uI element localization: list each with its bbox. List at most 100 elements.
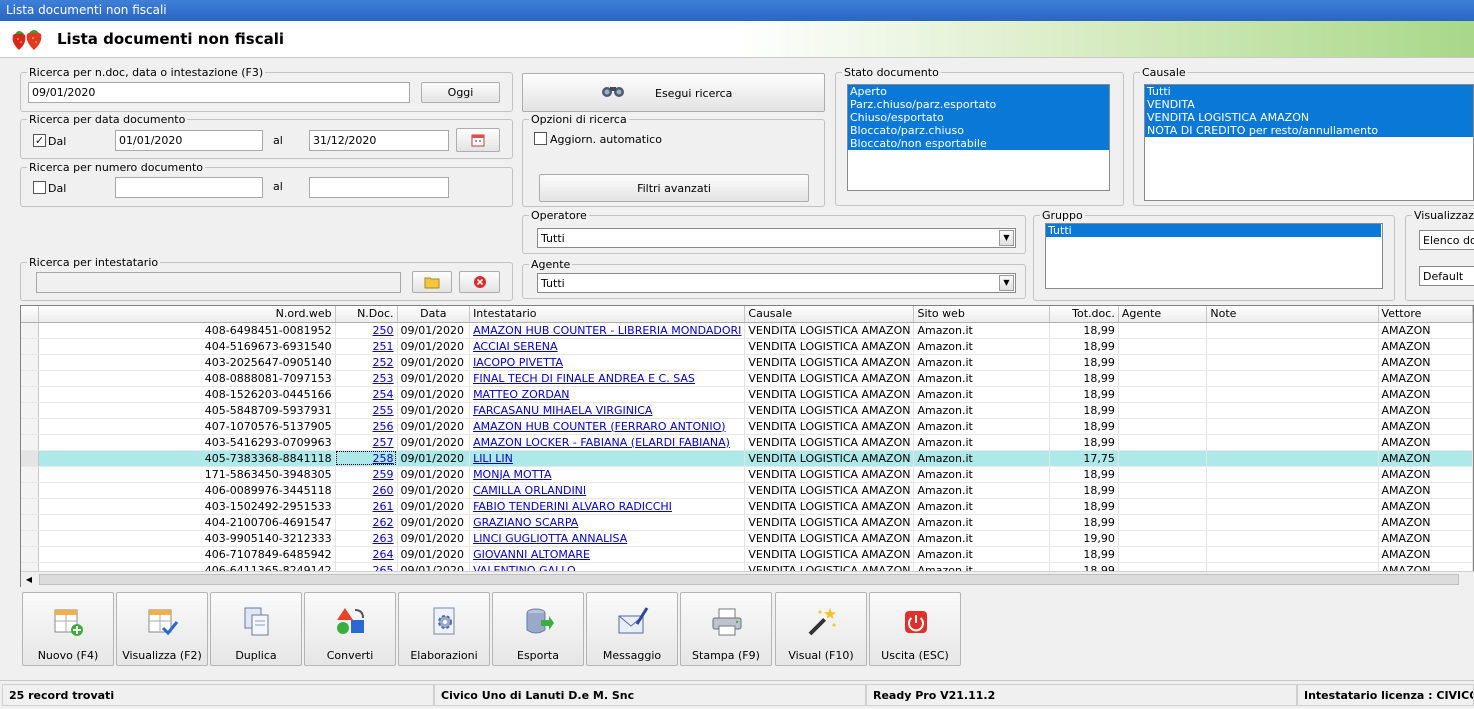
table-cell[interactable]: 09/01/2020 (397, 402, 471, 419)
view-mode-select[interactable]: Elenco documenti (1419, 230, 1474, 250)
row-selector[interactable] (21, 434, 40, 451)
table-cell[interactable]: 09/01/2020 (397, 338, 471, 355)
table-cell[interactable]: 403-9905140-3212333 (38, 530, 336, 547)
table-cell[interactable]: Amazon.it (913, 418, 1051, 435)
doc-state-item[interactable]: Parz.chiuso/parz.esportato (848, 98, 1109, 111)
chevron-down-icon[interactable]: ▼ (999, 230, 1014, 246)
table-cell[interactable] (1206, 482, 1379, 499)
table-row[interactable]: 407-1070576-5137905 256 09/01/2020 AMAZON H… (21, 418, 1473, 435)
table-cell[interactable]: 260 (335, 482, 398, 499)
table-cell[interactable]: Amazon.it (913, 402, 1051, 419)
table-cell[interactable]: 261 (335, 498, 398, 515)
exit-button[interactable]: Uscita (ESC) (869, 592, 961, 666)
number-from-checkbox[interactable] (33, 181, 46, 194)
table-cell[interactable]: Amazon.it (913, 546, 1051, 563)
table-cell[interactable]: 18,99 (1049, 546, 1119, 563)
table-cell[interactable]: Amazon.it (913, 354, 1051, 371)
row-selector[interactable] (21, 514, 40, 531)
table-cell[interactable] (1118, 546, 1208, 563)
column-header[interactable]: Data (397, 306, 471, 323)
table-cell[interactable]: 18,99 (1049, 322, 1119, 339)
advanced-filters-button[interactable]: Filtri avanzati (539, 174, 809, 202)
column-header[interactable] (21, 306, 40, 323)
table-cell[interactable]: 263 (335, 530, 398, 547)
causale-item[interactable]: NOTA DI CREDITO per resto/annullamento (1145, 124, 1473, 137)
table-cell[interactable]: VENDITA LOGISTICA AMAZON (744, 434, 915, 451)
table-row[interactable]: 405-5848709-5937931 255 09/01/2020 FARCASAN… (21, 402, 1473, 419)
row-selector[interactable] (21, 370, 40, 387)
column-header[interactable]: Agente (1118, 306, 1208, 323)
table-cell[interactable]: GRAZIANO SCARPA (469, 514, 746, 531)
table-cell[interactable] (1118, 482, 1208, 499)
table-cell[interactable]: 17,75 (1049, 450, 1119, 467)
table-cell[interactable] (1206, 402, 1379, 419)
table-cell[interactable] (1118, 450, 1208, 467)
table-cell[interactable]: FINAL TECH DI FINALE ANDREA E C. SAS (469, 370, 746, 387)
table-cell[interactable] (1118, 370, 1208, 387)
column-header[interactable]: Tot.doc. (1049, 306, 1119, 323)
table-cell[interactable]: 250 (335, 322, 398, 339)
holder-browse-button[interactable] (412, 271, 452, 293)
table-cell[interactable]: Amazon.it (913, 514, 1051, 531)
table-cell[interactable]: 251 (335, 338, 398, 355)
table-cell[interactable]: GIOVANNI ALTOMARE (469, 546, 746, 563)
table-cell[interactable]: Amazon.it (913, 466, 1051, 483)
table-cell[interactable]: 09/01/2020 (397, 530, 471, 547)
column-header[interactable]: Note (1206, 306, 1379, 323)
table-cell[interactable]: VENDITA LOGISTICA AMAZON (744, 386, 915, 403)
horizontal-scrollbar[interactable]: ◀ (21, 571, 1474, 587)
table-cell[interactable]: CAMILLA ORLANDINI (469, 482, 746, 499)
column-header[interactable]: N.Doc. (335, 306, 398, 323)
table-row[interactable]: 404-2100706-4691547 262 09/01/2020 GRAZIANO… (21, 514, 1473, 531)
table-cell[interactable]: AMAZON (1378, 418, 1473, 435)
table-cell[interactable]: 09/01/2020 (397, 354, 471, 371)
row-selector[interactable] (21, 354, 40, 371)
process-button[interactable]: Elaborazioni (398, 592, 490, 666)
table-cell[interactable]: 18,99 (1049, 418, 1119, 435)
causale-list[interactable]: Tutti VENDITA VENDITA LOGISTICA AMAZON N… (1144, 84, 1474, 201)
table-cell[interactable]: VENDITA LOGISTICA AMAZON (744, 322, 915, 339)
table-cell[interactable]: 255 (335, 402, 398, 419)
table-cell[interactable]: VENDITA LOGISTICA AMAZON (744, 482, 915, 499)
chevron-down-icon[interactable]: ▼ (999, 275, 1014, 291)
doc-state-item[interactable]: Bloccato/parz.chiuso (848, 124, 1109, 137)
table-cell[interactable] (1206, 354, 1379, 371)
table-cell[interactable]: Amazon.it (913, 498, 1051, 515)
table-cell[interactable]: 406-0089976-3445118 (38, 482, 336, 499)
table-cell[interactable]: VENDITA LOGISTICA AMAZON (744, 514, 915, 531)
table-cell[interactable]: 09/01/2020 (397, 434, 471, 451)
table-cell[interactable]: 403-5416293-0709963 (38, 434, 336, 451)
table-cell[interactable]: 18,99 (1049, 498, 1119, 515)
table-cell[interactable]: Amazon.it (913, 482, 1051, 499)
table-cell[interactable]: Amazon.it (913, 386, 1051, 403)
table-cell[interactable]: 257 (335, 434, 398, 451)
table-cell[interactable] (1206, 338, 1379, 355)
row-selector[interactable] (21, 482, 40, 499)
number-to-input[interactable] (309, 177, 449, 198)
doc-state-item[interactable]: Aperto (848, 85, 1109, 98)
table-cell[interactable]: 09/01/2020 (397, 370, 471, 387)
agente-select[interactable]: Tutti ▼ (537, 273, 1016, 293)
table-row[interactable]: 408-1526203-0445166 254 09/01/2020 MATTEO Z… (21, 386, 1473, 403)
table-cell[interactable]: AMAZON (1378, 482, 1473, 499)
table-cell[interactable]: AMAZON (1378, 370, 1473, 387)
table-cell[interactable]: AMAZON HUB COUNTER (FERRARO ANTONIO) (469, 418, 746, 435)
operatore-select[interactable]: Tutti ▼ (537, 228, 1016, 248)
table-row[interactable]: 403-9905140-3212333 263 09/01/2020 LINCI GU… (21, 530, 1473, 547)
table-cell[interactable] (1206, 386, 1379, 403)
table-cell[interactable] (1206, 466, 1379, 483)
table-cell[interactable]: 408-6498451-0081952 (38, 322, 336, 339)
table-cell[interactable]: 09/01/2020 (397, 466, 471, 483)
row-selector[interactable] (21, 450, 40, 467)
column-header[interactable]: Sito web (913, 306, 1051, 323)
table-cell[interactable]: LILI LIN (469, 450, 746, 467)
table-cell[interactable]: AMAZON (1378, 338, 1473, 355)
table-cell[interactable]: 406-7107849-6485942 (38, 546, 336, 563)
holder-input[interactable] (36, 272, 401, 293)
table-cell[interactable]: 18,99 (1049, 434, 1119, 451)
date-from-checkbox[interactable]: ✓ (33, 134, 46, 147)
column-header[interactable]: Causale (744, 306, 915, 323)
row-selector[interactable] (21, 546, 40, 563)
table-cell[interactable]: 259 (335, 466, 398, 483)
scrollbar-thumb[interactable] (39, 574, 1459, 585)
